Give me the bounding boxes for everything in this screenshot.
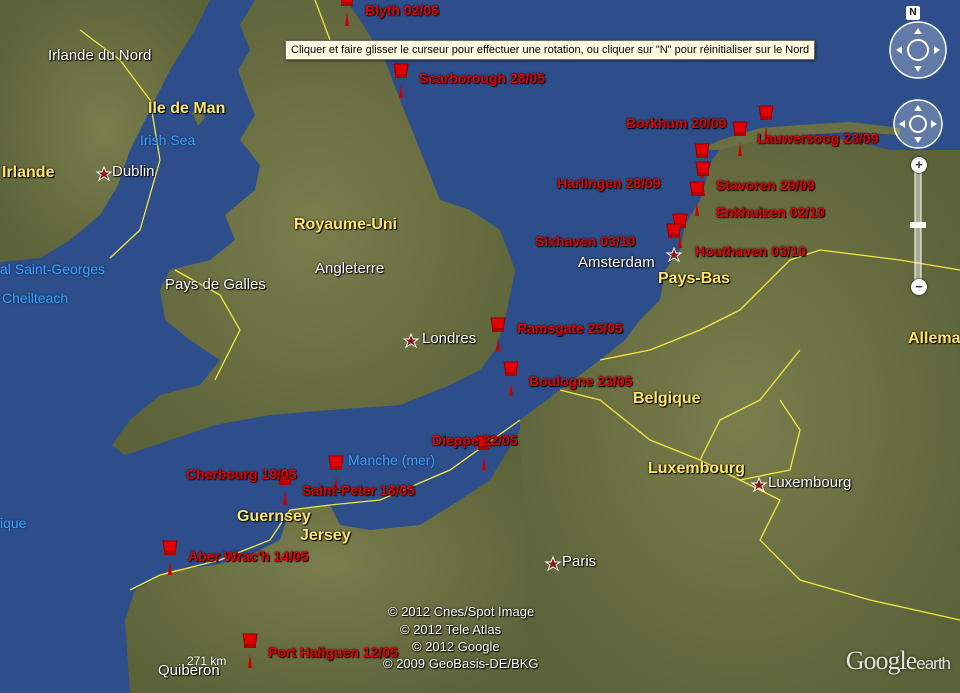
- placemark-label-port-haliguen[interactable]: Port Haliguen 12/05: [268, 645, 398, 659]
- zoom-slider-handle[interactable]: [910, 222, 926, 228]
- label-jersey: Jersey: [300, 527, 351, 544]
- credit-line: © 2012 Tele Atlas: [400, 622, 502, 637]
- label-english-channel: Manche (mer): [348, 452, 436, 468]
- label-luxembourg-city: Luxembourg: [768, 474, 852, 491]
- placemark-label-saint-peter[interactable]: Saint-Peter 18/05: [302, 483, 415, 497]
- credit-line: © 2009 GeoBasis-DE/BKG: [383, 656, 539, 671]
- placemark-label-houthaven[interactable]: Houthaven 03/10: [695, 244, 806, 258]
- label-united-kingdom: Royaume-Uni: [294, 216, 398, 233]
- label-st-georges-channel: al Saint-Georges: [0, 261, 106, 277]
- credit-line: © 2012 Cnes/Spot Image: [388, 604, 535, 619]
- scale-bar: 271 km: [187, 654, 227, 668]
- label-ocean-fragment: ique: [0, 515, 27, 531]
- label-dublin: Dublin: [112, 163, 155, 180]
- placemark-label-ramsgate[interactable]: Ramsgate 25/05: [517, 321, 623, 335]
- label-paris: Paris: [562, 553, 597, 570]
- label-irish-sea: Irish Sea: [140, 132, 196, 148]
- placemark-label-lauwersoog[interactable]: Lauwersoog 23/09: [757, 131, 878, 145]
- label-wales: Pays de Galles: [165, 276, 266, 293]
- rotation-tooltip: Cliquer et faire glisser le curseur pour…: [285, 40, 816, 60]
- placemark-label-sixhaven[interactable]: Sixhaven 03/10: [535, 234, 635, 248]
- placemark-label-dieppe[interactable]: Dieppe 22/05: [432, 433, 518, 447]
- label-london: Londres: [422, 330, 477, 347]
- placemark-label-enkhuizen[interactable]: Enkhuizen 02/10: [716, 205, 825, 219]
- placemark-label-boulogne[interactable]: Boulogne 23/05: [529, 374, 632, 388]
- placemark-label-cherbourg[interactable]: Cherbourg 19/05: [186, 467, 296, 481]
- zoom-slider[interactable]: [914, 169, 922, 291]
- label-ireland: Irlande: [2, 164, 55, 181]
- label-isle-of-man: Ile de Man: [148, 100, 226, 117]
- placemark-label-harlingen[interactable]: Harlingen 28/09: [557, 176, 661, 190]
- label-luxembourg-country: Luxembourg: [648, 460, 745, 477]
- satellite-map[interactable]: [0, 0, 960, 693]
- placemark-label-blyth[interactable]: Blyth 02/06: [365, 3, 439, 17]
- placemark-label-scarborough[interactable]: Scarborough 28/05: [419, 71, 545, 85]
- label-england: Angleterre: [315, 260, 385, 277]
- credit-line: © 2012 Google: [412, 639, 500, 654]
- placemark-label-borkhum[interactable]: Borkhum 20/09: [626, 116, 726, 130]
- label-germany: Allema: [908, 330, 960, 347]
- zoom-in-button[interactable]: +: [911, 157, 927, 173]
- label-netherlands: Pays-Bas: [658, 270, 731, 287]
- google-earth-logo: Googleearth: [845, 646, 951, 675]
- zoom-out-button[interactable]: −: [911, 279, 927, 295]
- label-northern-ireland: Irlande du Nord: [48, 47, 152, 64]
- label-belgium: Belgique: [633, 390, 701, 407]
- placemark-label-stavoren[interactable]: Stavoren 29/09: [716, 178, 815, 192]
- north-reset-button[interactable]: N: [906, 6, 920, 20]
- placemark-label-aber-wrach[interactable]: Aber Wrac'h 14/05: [188, 549, 309, 563]
- label-amsterdam: Amsterdam: [578, 254, 655, 271]
- label-guernsey: Guernsey: [237, 508, 311, 525]
- label-cheilteach: Cheilteach: [2, 290, 69, 306]
